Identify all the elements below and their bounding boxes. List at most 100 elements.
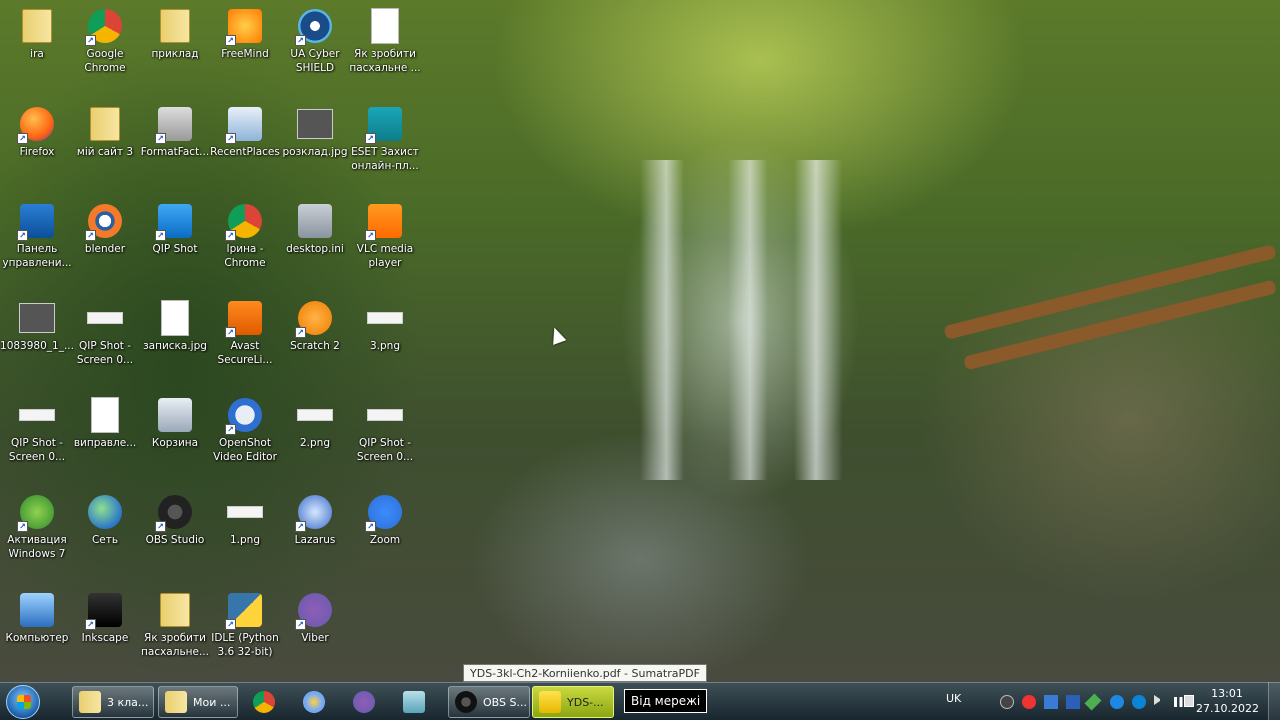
start-button[interactable]: [6, 685, 40, 719]
desktop-icon[interactable]: Як зробити пасхальне...: [138, 586, 212, 682]
taskbar-item-folder[interactable]: Мои ...: [158, 686, 238, 718]
desktop-icon[interactable]: ↗ Firefox: [0, 100, 74, 196]
desktop-icon[interactable]: ↗ Панель управлени...: [0, 197, 74, 293]
desktop-icon[interactable]: QIP Shot - Screen 0...: [68, 294, 142, 390]
shortcut-arrow-icon: ↗: [225, 619, 236, 630]
desktop-icon[interactable]: ↗ RecentPlaces: [208, 100, 282, 196]
folder-graphic: [160, 593, 190, 627]
desktop-icon-label: 1.png: [229, 534, 260, 546]
desktop-icon[interactable]: 2.png: [278, 391, 352, 487]
sync-tray-icon[interactable]: [1110, 695, 1124, 709]
app-tray-icon[interactable]: [1000, 695, 1014, 709]
desktop-icon[interactable]: ↗ Viber: [278, 586, 352, 682]
network-globe-graphic: [88, 495, 122, 529]
desktop-icon[interactable]: ↗ VLC media player: [348, 197, 422, 293]
taskbar-item-chrome[interactable]: [246, 686, 286, 718]
taskbar-item-folder[interactable]: 3 кла...: [72, 686, 154, 718]
desktop-icon[interactable]: ↗ Lazarus: [278, 488, 352, 584]
shortcut-arrow-icon: ↗: [295, 521, 306, 532]
shortcut-arrow-icon: ↗: [85, 619, 96, 630]
desktop-icon[interactable]: записка.jpg: [138, 294, 212, 390]
show-desktop-button[interactable]: [1268, 682, 1280, 720]
recycle-bin-graphic: [158, 398, 192, 432]
taskbar-item-notebook[interactable]: [396, 686, 436, 718]
desktop-icon[interactable]: виправле...: [68, 391, 142, 487]
desktop-icon[interactable]: ↗ Scratch 2: [278, 294, 352, 390]
desktop-icon[interactable]: ↗ blender: [68, 197, 142, 293]
desktop-icon[interactable]: розклад.jpg: [278, 100, 352, 196]
desktop-icon-label: Корзина: [151, 437, 199, 449]
desktop-icon[interactable]: ↗ Ірина - Chrome: [208, 197, 282, 293]
openshot-icon: ↗: [225, 397, 263, 435]
screenshot-thumbnail-icon: [367, 397, 403, 433]
png-thumbnail-icon: [297, 397, 333, 433]
device-tray-icon[interactable]: [1066, 695, 1080, 709]
obs-icon: ↗: [155, 494, 193, 532]
avast-icon: ↗: [225, 300, 263, 338]
monitor-tray-icon[interactable]: [1044, 695, 1058, 709]
recycle-bin-icon: [157, 397, 193, 433]
recent-places-icon: ↗: [225, 106, 263, 144]
desktop-icon[interactable]: ↗ Активация Windows 7: [0, 488, 74, 584]
desktop-icon-label: розклад.jpg: [282, 146, 348, 158]
desktop-icon-label: Як зробити пасхальне...: [141, 632, 209, 658]
blender-icon: ↗: [85, 203, 123, 241]
desktop-icon[interactable]: ↗ UA Cyber SHIELD: [278, 2, 352, 98]
desktop-icon-label: FreeMind: [221, 48, 269, 60]
sumatra-pdf-icon: [539, 691, 561, 713]
desktop-icon[interactable]: ↗ Zoom: [348, 488, 422, 584]
folder-graphic: [90, 107, 120, 141]
desktop-icon-label: мій сайт 3: [76, 146, 134, 158]
desktop-icon-label: QIP Shot - Screen 0...: [8, 437, 66, 463]
desktop-icon[interactable]: 3.png: [348, 294, 422, 390]
desktop-icon[interactable]: ↗ OpenShot Video Editor: [208, 391, 282, 487]
desktop-icon[interactable]: ↗ Inkscape: [68, 586, 142, 682]
desktop-icon-label: UA Cyber SHIELD: [290, 48, 340, 74]
taskbar-item-viber[interactable]: [346, 686, 386, 718]
desktop-icon[interactable]: ↗ ESET Захист онлайн-пл...: [348, 100, 422, 196]
desktop-icon[interactable]: приклад: [138, 2, 212, 98]
taskbar-item-label: Мои ...: [193, 695, 231, 709]
desktop-icon[interactable]: QIP Shot - Screen 0...: [348, 391, 422, 487]
ua-cyber-shield-icon: ↗: [295, 8, 333, 46]
desktop-icon[interactable]: 1.png: [208, 488, 282, 584]
language-indicator[interactable]: UK: [946, 692, 961, 705]
desktop-icon[interactable]: ↗ FreeMind: [208, 2, 282, 98]
desktop-icon-label: desktop.ini: [286, 243, 344, 255]
desktop-icon[interactable]: Компьютер: [0, 586, 74, 682]
obs-icon: [455, 691, 477, 713]
desktop-icon[interactable]: ↗ Google Chrome: [68, 2, 142, 98]
document-thumbnail-graphic: [161, 300, 189, 336]
network-disconnected-icon[interactable]: [1184, 695, 1194, 707]
taskbar-item-paint-palette[interactable]: [296, 686, 336, 718]
clock[interactable]: 13:01 27.10.2022: [1196, 686, 1259, 716]
taskbar-item-obs[interactable]: OBS S...: [448, 686, 530, 718]
desktop-icon-label: OBS Studio: [145, 534, 205, 546]
desktop-icon[interactable]: desktop.ini: [278, 197, 352, 293]
desktop-icon[interactable]: 1083980_1_...: [0, 294, 74, 390]
desktop-icon[interactable]: ↗ Avast SecureLi...: [208, 294, 282, 390]
desktop-icon[interactable]: ↗ QIP Shot: [138, 197, 212, 293]
desktop-icon-label: Як зробити пасхальне ...: [349, 48, 421, 74]
image-thumbnail-graphic: [19, 303, 55, 333]
messenger-tray-icon[interactable]: [1132, 695, 1146, 709]
taskbar-item-sumatra-pdf[interactable]: YDS-...: [532, 686, 614, 718]
desktop-icon[interactable]: ira: [0, 2, 74, 98]
document-thumbnail-graphic: [91, 397, 119, 433]
desktop-icon[interactable]: Корзина: [138, 391, 212, 487]
desktop-icon[interactable]: QIP Shot - Screen 0...: [0, 391, 74, 487]
antivirus-tray-icon[interactable]: [1022, 695, 1036, 709]
desktop-icon[interactable]: ↗ OBS Studio: [138, 488, 212, 584]
desktop-icon[interactable]: Як зробити пасхальне ...: [348, 2, 422, 98]
desktop-icon[interactable]: ↗ FormatFact...: [138, 100, 212, 196]
desktop-icon[interactable]: мій сайт 3: [68, 100, 142, 196]
volume-icon[interactable]: [1154, 695, 1160, 705]
desktop-icon[interactable]: ↗ IDLE (Python 3.6 32-bit): [208, 586, 282, 682]
format-factory-icon: ↗: [155, 106, 193, 144]
security-tray-icon[interactable]: [1084, 693, 1102, 711]
shortcut-arrow-icon: ↗: [295, 619, 306, 630]
desktop-icon-label: Панель управлени...: [2, 243, 72, 269]
desktop-icon[interactable]: Сеть: [68, 488, 142, 584]
desktop-icon-label: записка.jpg: [143, 340, 207, 352]
desktop-icon-label: Активация Windows 7: [7, 534, 67, 560]
